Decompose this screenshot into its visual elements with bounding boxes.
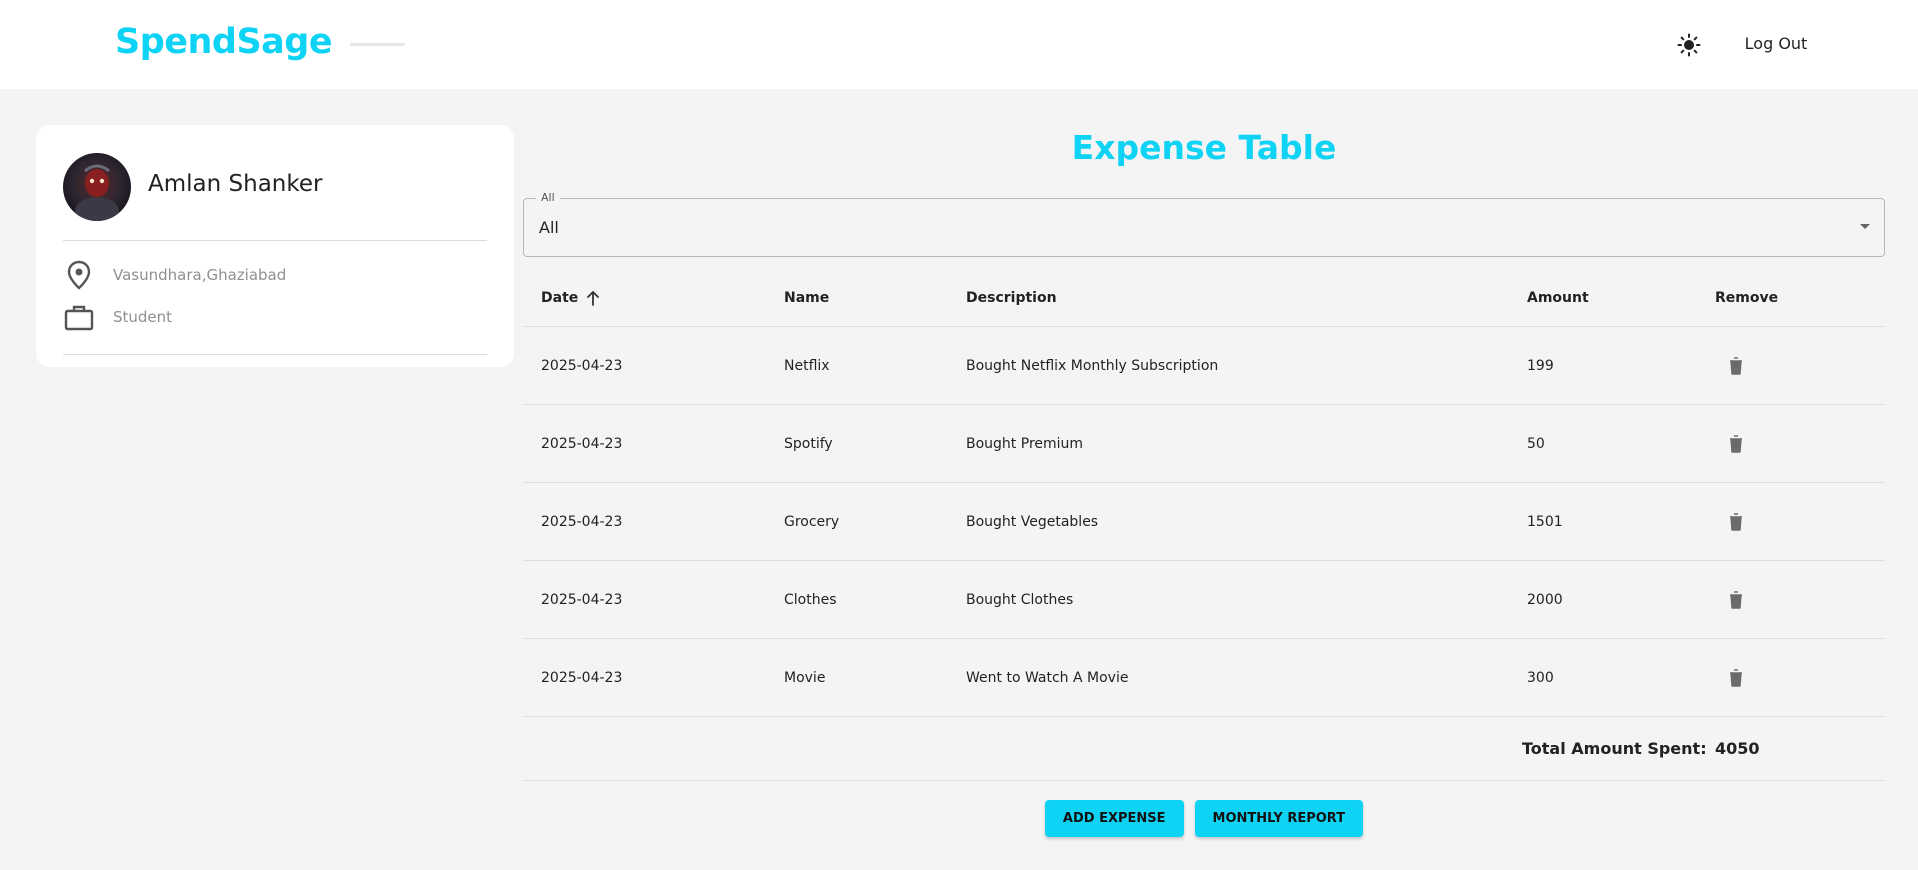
cell-name: Movie bbox=[784, 669, 826, 686]
table-row: 2025-04-23 Netflix Bought Netflix Monthl… bbox=[523, 327, 1885, 405]
table-row: 2025-04-23 Spotify Bought Premium 50 bbox=[523, 405, 1885, 483]
cell-amount: 50 bbox=[1527, 435, 1545, 452]
action-buttons: ADD EXPENSE MONTHLY REPORT bbox=[523, 800, 1885, 837]
location-pin-icon bbox=[63, 259, 95, 291]
table-row: 2025-04-23 Clothes Bought Clothes 2000 bbox=[523, 561, 1885, 639]
cell-date: 2025-04-23 bbox=[541, 591, 623, 608]
trash-icon[interactable] bbox=[1729, 356, 1743, 375]
cell-amount: 199 bbox=[1527, 357, 1554, 374]
column-header-name[interactable]: Name bbox=[784, 270, 954, 326]
profile-location: Vasundhara,Ghaziabad bbox=[113, 266, 287, 284]
cell-name: Netflix bbox=[784, 357, 830, 374]
column-header-amount[interactable]: Amount bbox=[1527, 270, 1707, 326]
logout-button[interactable]: Log Out bbox=[1736, 22, 1816, 64]
cell-remove bbox=[1715, 639, 1835, 716]
profile-occupation: Student bbox=[113, 308, 173, 326]
profile-card: Amlan Shanker Vasundhara,Ghaziabad Stude… bbox=[36, 125, 514, 367]
column-header-date[interactable]: Date bbox=[541, 270, 761, 326]
cell-amount: 300 bbox=[1527, 669, 1554, 686]
column-header-remove: Remove bbox=[1715, 290, 1779, 306]
cell-description: Bought Premium bbox=[966, 435, 1084, 452]
cell-description: Bought Clothes bbox=[966, 591, 1074, 608]
table-row: 2025-04-23 Movie Went to Watch A Movie 3… bbox=[523, 639, 1885, 717]
column-header-date-label: Date bbox=[541, 290, 579, 306]
sun-icon[interactable] bbox=[1674, 30, 1704, 60]
cell-date: 2025-04-23 bbox=[541, 435, 623, 452]
total-row: Total Amount Spent: 4050 bbox=[523, 717, 1885, 781]
trash-icon[interactable] bbox=[1729, 590, 1743, 609]
monthly-report-button[interactable]: MONTHLY REPORT bbox=[1194, 800, 1364, 837]
cell-amount: 2000 bbox=[1527, 591, 1563, 608]
trash-icon[interactable] bbox=[1729, 434, 1743, 453]
arrow-up-icon[interactable] bbox=[586, 290, 600, 306]
profile-occupation-row: Student bbox=[63, 301, 172, 333]
filter-value: All bbox=[539, 218, 559, 237]
column-header-description[interactable]: Description bbox=[966, 270, 1526, 326]
cell-name: Grocery bbox=[784, 513, 840, 530]
briefcase-icon bbox=[63, 301, 95, 333]
cell-remove bbox=[1715, 405, 1835, 482]
filter-label: All bbox=[536, 191, 560, 204]
brand-logo[interactable]: SpendSage bbox=[115, 22, 333, 62]
profile-location-row: Vasundhara,Ghaziabad bbox=[63, 259, 286, 291]
profile-divider-bottom bbox=[63, 354, 487, 355]
trash-icon[interactable] bbox=[1729, 668, 1743, 687]
profile-divider-top bbox=[63, 240, 487, 241]
category-filter-select[interactable]: All All bbox=[523, 191, 1885, 257]
trash-icon[interactable] bbox=[1729, 512, 1743, 531]
cell-remove bbox=[1715, 327, 1835, 404]
chevron-down-icon bbox=[1860, 224, 1870, 229]
top-navbar: SpendSage Log Out bbox=[0, 0, 1918, 89]
profile-name: Amlan Shanker bbox=[148, 171, 323, 197]
table-header-row: Date Name Description Amount Remove bbox=[523, 270, 1885, 327]
add-expense-button[interactable]: ADD EXPENSE bbox=[1044, 800, 1184, 837]
total-label: Total Amount Spent: bbox=[1522, 739, 1707, 758]
cell-name: Clothes bbox=[784, 591, 837, 608]
table-row: 2025-04-23 Grocery Bought Vegetables 150… bbox=[523, 483, 1885, 561]
cell-description: Went to Watch A Movie bbox=[966, 669, 1129, 686]
brand-divider bbox=[350, 43, 405, 46]
cell-date: 2025-04-23 bbox=[541, 513, 623, 530]
avatar[interactable] bbox=[63, 153, 131, 221]
expense-table: Date Name Description Amount Remove 2025… bbox=[523, 270, 1885, 781]
cell-amount: 1501 bbox=[1527, 513, 1563, 530]
cell-description: Bought Vegetables bbox=[966, 513, 1099, 530]
total-value: 4050 bbox=[1715, 739, 1760, 758]
cell-date: 2025-04-23 bbox=[541, 357, 623, 374]
cell-remove bbox=[1715, 483, 1835, 560]
cell-name: Spotify bbox=[784, 435, 833, 452]
cell-date: 2025-04-23 bbox=[541, 669, 623, 686]
page-title: Expense Table bbox=[1071, 128, 1337, 167]
cell-description: Bought Netflix Monthly Subscription bbox=[966, 357, 1219, 374]
cell-remove bbox=[1715, 561, 1835, 638]
